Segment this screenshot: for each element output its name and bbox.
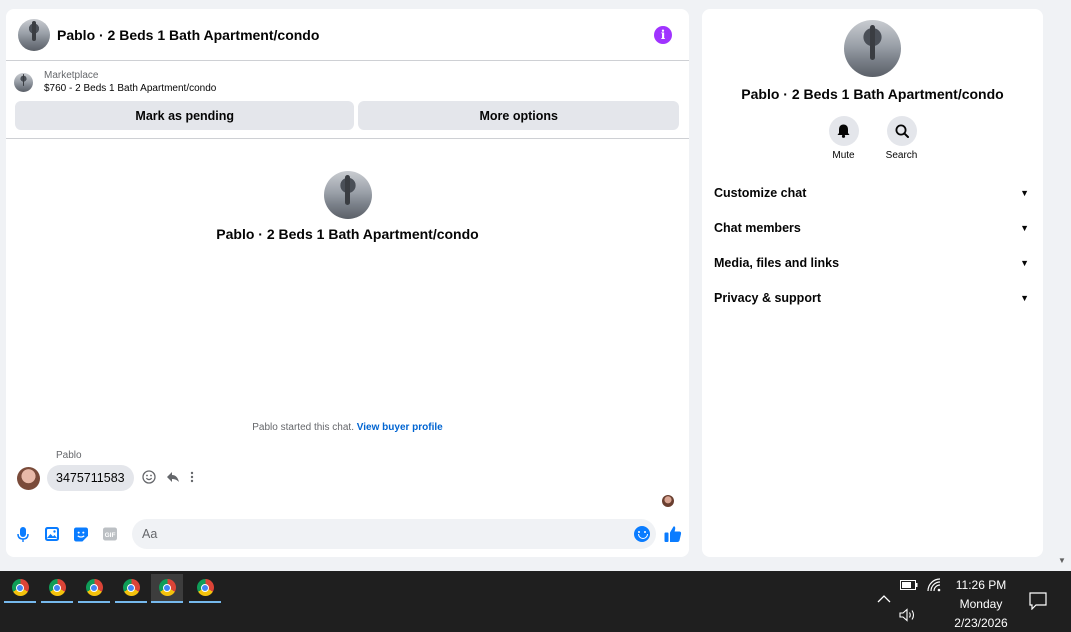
chat-title[interactable]: Pablo · 2 Beds 1 Bath Apartment/condo [57, 27, 654, 43]
section-customize-chat[interactable]: Customize chat ▼ [714, 175, 1031, 210]
chrome-icon [158, 579, 176, 596]
chrome-icon [85, 579, 103, 596]
listing-thumbnail [14, 72, 33, 92]
chevron-down-icon: ▼ [1020, 187, 1029, 198]
section-label: Chat members [714, 220, 801, 235]
sender-avatar[interactable] [17, 466, 40, 490]
taskbar: 11:26 PM Monday 2/23/2026 [0, 571, 1071, 632]
chat-avatar[interactable] [18, 18, 50, 51]
mute-label: Mute [832, 150, 855, 161]
clock-time: 11:26 PM [955, 578, 1007, 592]
notification-center-icon[interactable] [1029, 592, 1047, 613]
info-avatar[interactable] [844, 20, 901, 77]
info-icon[interactable]: i [654, 25, 672, 44]
chat-started-text: Pablo started this chat. [252, 422, 354, 433]
scroll-down-arrow-icon[interactable]: ▼ [1058, 556, 1066, 565]
chrome-icon [196, 579, 214, 596]
chevron-down-icon: ▼ [1020, 257, 1029, 268]
microphone-icon[interactable] [16, 526, 30, 542]
listing-kind: Marketplace [44, 69, 99, 81]
chat-started-notice: Pablo started this chat. View buyer prof… [6, 422, 689, 433]
clock-date: 2/23/2026 [954, 616, 1008, 630]
message-bubble[interactable]: 3475711583 [47, 465, 134, 491]
info-actions: Mute Search [702, 116, 1043, 161]
composer: GIF [6, 519, 689, 549]
taskbar-chrome-3[interactable] [78, 574, 110, 603]
info-panel: Pablo · 2 Beds 1 Bath Apartment/condo Mu… [702, 9, 1043, 557]
reply-icon[interactable] [166, 470, 180, 486]
system-clock[interactable]: 11:26 PM Monday 2/23/2026 [940, 576, 1022, 632]
message-input-wrapper [132, 519, 656, 549]
view-buyer-profile-link[interactable]: View buyer profile [357, 422, 443, 433]
chat-panel: Pablo · 2 Beds 1 Bath Apartment/condo i … [6, 9, 689, 557]
info-title: Pablo · 2 Beds 1 Bath Apartment/condo [741, 86, 1004, 102]
info-sections: Customize chat ▼ Chat members ▼ Media, f… [702, 175, 1043, 315]
chevron-down-icon: ▼ [1020, 222, 1029, 233]
taskbar-chrome-6[interactable] [189, 574, 221, 603]
sticker-icon[interactable] [74, 527, 88, 541]
sender-name: Pablo [56, 450, 82, 461]
section-privacy-support[interactable]: Privacy & support ▼ [714, 280, 1031, 315]
message-input[interactable] [142, 527, 612, 541]
message-row: 3475711583 [17, 465, 194, 491]
listing-banner[interactable]: Marketplace $760 - 2 Beds 1 Bath Apartme… [6, 61, 689, 97]
battery-icon[interactable] [900, 579, 918, 594]
chrome-icon [48, 579, 66, 596]
react-emoji-icon[interactable] [141, 470, 156, 486]
volume-icon[interactable] [899, 608, 917, 625]
section-label: Media, files and links [714, 255, 840, 270]
section-label: Privacy & support [714, 290, 821, 305]
intro-title: Pablo · 2 Beds 1 Bath Apartment/condo [216, 226, 479, 242]
taskbar-chrome-5[interactable] [151, 574, 183, 603]
chat-header: Pablo · 2 Beds 1 Bath Apartment/condo i [6, 9, 689, 61]
section-label: Customize chat [714, 185, 807, 200]
taskbar-chrome-2[interactable] [41, 574, 73, 603]
svg-text:GIF: GIF [105, 532, 116, 539]
gif-icon[interactable]: GIF [103, 527, 117, 541]
thumbs-up-icon[interactable] [664, 525, 682, 543]
section-media-files-links[interactable]: Media, files and links ▼ [714, 245, 1031, 280]
section-chat-members[interactable]: Chat members ▼ [714, 210, 1031, 245]
clock-day: Monday [959, 597, 1003, 611]
seen-avatar [662, 495, 674, 507]
mark-as-pending-button[interactable]: Mark as pending [15, 101, 355, 130]
more-options-button[interactable]: More options [358, 101, 679, 130]
search-icon[interactable] [886, 116, 917, 146]
intro-avatar[interactable] [323, 171, 372, 219]
chrome-icon [11, 579, 29, 596]
photo-icon[interactable] [45, 527, 59, 541]
chat-intro: Pablo · 2 Beds 1 Bath Apartment/condo [6, 171, 689, 242]
chevron-down-icon: ▼ [1020, 292, 1029, 303]
chrome-icon [122, 579, 140, 596]
bell-icon[interactable] [828, 116, 859, 146]
listing-price-title: $760 - 2 Beds 1 Bath Apartment/condo [44, 82, 217, 94]
show-hidden-icons-icon[interactable] [877, 593, 891, 607]
more-dots-icon[interactable] [190, 470, 194, 486]
mute-button[interactable]: Mute [828, 116, 859, 161]
emoji-icon[interactable] [634, 526, 650, 542]
listing-text: Marketplace $760 - 2 Beds 1 Bath Apartme… [44, 69, 216, 96]
search-button[interactable]: Search [886, 116, 917, 161]
header-divider [6, 138, 689, 139]
taskbar-chrome-4[interactable] [115, 574, 147, 603]
listing-actions: Mark as pending More options [6, 97, 689, 130]
message-tools [141, 470, 194, 486]
taskbar-chrome-1[interactable] [4, 574, 36, 603]
search-label: Search [885, 150, 918, 161]
